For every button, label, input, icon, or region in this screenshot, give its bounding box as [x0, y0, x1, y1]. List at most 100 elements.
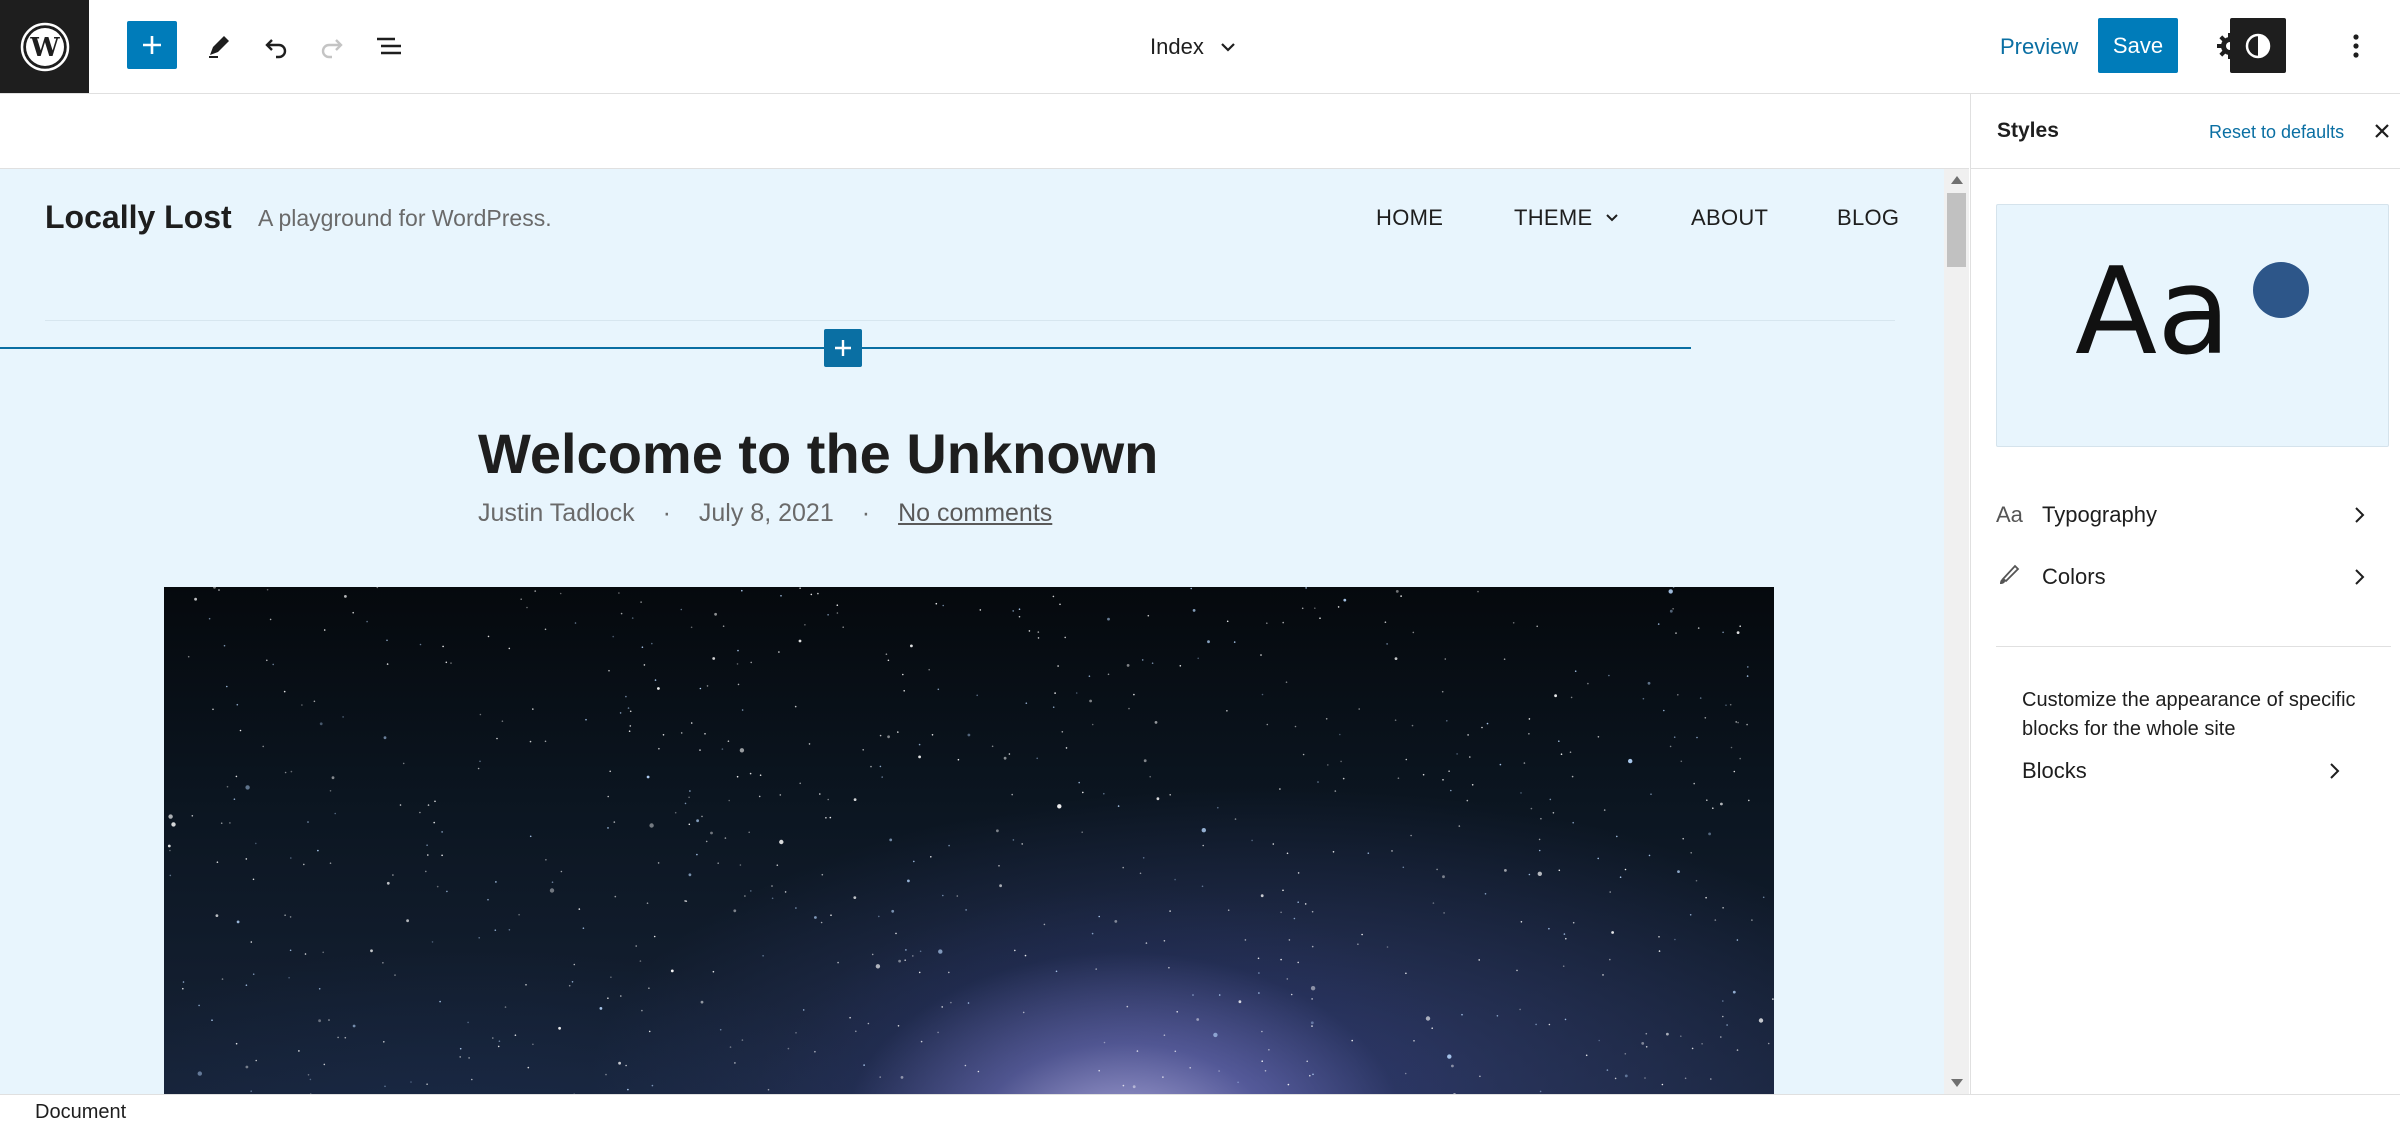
- document-title-dropdown[interactable]: Index: [1150, 28, 1238, 66]
- star: [571, 981, 574, 983]
- star: [1126, 664, 1130, 667]
- star: [729, 1046, 732, 1048]
- scroll-thumb[interactable]: [1947, 193, 1966, 267]
- block-inserter-button[interactable]: [127, 21, 177, 69]
- blocks-nav-item[interactable]: Blocks: [2022, 751, 2400, 791]
- featured-image[interactable]: [164, 587, 1774, 1094]
- canvas-scrollbar[interactable]: [1944, 169, 1969, 1094]
- star: [1288, 939, 1291, 941]
- star: [887, 659, 890, 662]
- edit-tool-button[interactable]: [197, 24, 241, 68]
- star: [795, 1032, 797, 1034]
- star: [419, 811, 421, 814]
- star: [885, 653, 888, 655]
- post-date[interactable]: July 8, 2021: [699, 499, 834, 528]
- star: [1018, 608, 1021, 610]
- redo-button[interactable]: [310, 24, 354, 68]
- post-author[interactable]: Justin Tadlock: [478, 499, 635, 528]
- star: [722, 625, 725, 627]
- star: [1114, 920, 1118, 923]
- scroll-down-icon[interactable]: [1951, 1079, 1963, 1087]
- star: [1057, 804, 1062, 809]
- star: [1691, 1047, 1694, 1050]
- star: [169, 849, 171, 852]
- star: [1268, 1049, 1270, 1051]
- star: [1512, 622, 1515, 624]
- post-comments-link[interactable]: No comments: [898, 499, 1052, 528]
- star: [1037, 637, 1040, 639]
- star: [948, 844, 950, 847]
- close-sidebar-button[interactable]: [2369, 118, 2395, 144]
- post-title[interactable]: Welcome to the Unknown: [478, 421, 1158, 486]
- star: [1257, 957, 1260, 960]
- star: [208, 617, 211, 620]
- star: [696, 853, 698, 856]
- styles-toggle-button[interactable]: [2230, 18, 2286, 73]
- options-menu-button[interactable]: [2336, 24, 2376, 68]
- star: [307, 1074, 310, 1076]
- star: [235, 775, 238, 778]
- star: [1699, 697, 1702, 699]
- star: [736, 775, 739, 778]
- nav-item-about[interactable]: ABOUT: [1691, 205, 1768, 231]
- star: [879, 1076, 881, 1078]
- star: [918, 743, 921, 746]
- star: [1619, 876, 1622, 878]
- star: [1286, 978, 1289, 980]
- star: [1574, 670, 1577, 672]
- star: [1747, 666, 1749, 668]
- star: [288, 976, 290, 979]
- undo-button[interactable]: [254, 24, 298, 68]
- star: [1201, 828, 1207, 833]
- insert-block-button[interactable]: [824, 329, 862, 367]
- star: [900, 1076, 904, 1079]
- star: [1317, 781, 1319, 783]
- star: [1202, 844, 1204, 847]
- star: [748, 831, 750, 834]
- star: [1337, 606, 1340, 608]
- star: [441, 831, 443, 833]
- site-title[interactable]: Locally Lost: [45, 199, 232, 236]
- typography-nav-item[interactable]: Aa Typography: [1996, 490, 2376, 540]
- star: [1201, 885, 1204, 888]
- save-button[interactable]: Save: [2098, 18, 2178, 73]
- star: [1297, 961, 1299, 964]
- star: [651, 1084, 654, 1087]
- star: [685, 900, 688, 902]
- nav-item-blog[interactable]: BLOG: [1837, 205, 1899, 231]
- breadcrumb-document[interactable]: Document: [35, 1101, 126, 1124]
- sidebar-header: Styles Reset to defaults: [1971, 94, 2400, 169]
- star: [1647, 681, 1651, 685]
- star: [1358, 708, 1360, 710]
- star: [1404, 1072, 1407, 1075]
- nav-label: BLOG: [1837, 205, 1900, 230]
- star: [1552, 812, 1555, 814]
- star: [648, 987, 650, 989]
- star: [1693, 782, 1695, 785]
- wordpress-logo-button[interactable]: W: [0, 0, 89, 93]
- star: [1516, 969, 1518, 972]
- star: [323, 1063, 326, 1066]
- star: [904, 959, 906, 961]
- star: [1279, 788, 1281, 790]
- reset-to-defaults-button[interactable]: Reset to defaults: [2209, 122, 2344, 143]
- site-preview[interactable]: Locally Lost A playground for WordPress.…: [0, 169, 1944, 1094]
- nav-item-theme[interactable]: THEME: [1514, 205, 1621, 231]
- site-tagline[interactable]: A playground for WordPress.: [258, 205, 552, 232]
- star: [427, 854, 429, 856]
- star: [1425, 1016, 1431, 1021]
- star: [1261, 1030, 1263, 1033]
- nav-item-home[interactable]: HOME: [1376, 205, 1443, 231]
- star: [1722, 1015, 1724, 1018]
- star: [1746, 723, 1748, 726]
- star: [245, 1065, 249, 1069]
- star: [1657, 623, 1660, 625]
- star: [504, 1006, 507, 1008]
- star: [1572, 921, 1575, 924]
- star: [383, 1041, 385, 1043]
- list-view-button[interactable]: [367, 24, 411, 68]
- star: [794, 705, 797, 708]
- colors-nav-item[interactable]: Colors: [1996, 552, 2376, 602]
- preview-button[interactable]: Preview: [2000, 28, 2078, 66]
- scroll-up-icon[interactable]: [1951, 176, 1963, 184]
